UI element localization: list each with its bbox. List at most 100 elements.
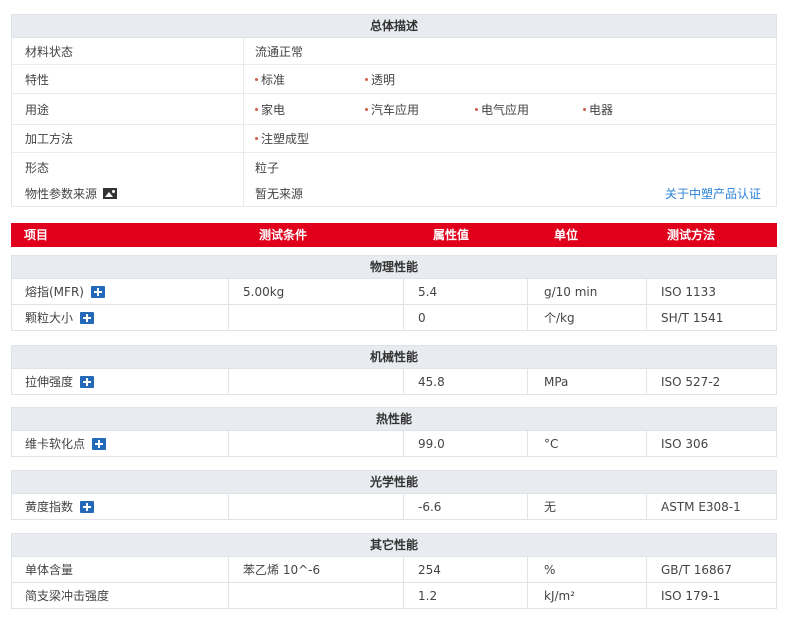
row-label: 形态 — [12, 153, 244, 181]
cell-condition — [229, 494, 404, 519]
feature-tag[interactable]: 透明 — [365, 71, 395, 88]
usage-tag[interactable]: 家电 — [255, 101, 365, 118]
overview-row-form: 形态 粒子 — [11, 153, 777, 181]
row-label: 材料状态 — [12, 38, 244, 64]
cell-method: GB/T 16867 — [661, 562, 732, 577]
bullet-icon — [365, 77, 368, 81]
table-row: 黄度指数 -6.6 无 ASTM E308-1 — [11, 494, 777, 520]
row-value: 注塑成型 — [244, 125, 776, 152]
cell-unit: 无 — [528, 494, 647, 519]
add-icon[interactable] — [90, 285, 105, 298]
property-sheet: 总体描述 材料状态 流通正常 特性 标准 透明 用途 家电 汽车应用 电气应用 … — [11, 14, 777, 609]
bullet-icon — [255, 137, 258, 140]
cell-unit: °C — [528, 431, 647, 456]
cell-condition — [229, 305, 404, 330]
section-title: 机械性能 — [11, 345, 777, 369]
cell-value: 45.8 — [404, 369, 528, 394]
header-item: 项目 — [24, 228, 49, 242]
add-icon[interactable] — [80, 375, 95, 388]
cell-name: 拉伸强度 — [12, 369, 229, 394]
row-value: 流通正常 — [244, 38, 776, 64]
cell-name: 颗粒大小 — [12, 305, 229, 330]
row-value: 暂无来源 关于中塑产品认证 — [244, 181, 776, 206]
cell-value: 1.2 — [404, 583, 528, 608]
overview-section: 总体描述 材料状态 流通正常 特性 标准 透明 用途 家电 汽车应用 电气应用 … — [11, 14, 777, 207]
row-value: 粒子 — [244, 153, 776, 181]
usage-tag[interactable]: 汽车应用 — [365, 101, 475, 118]
cell-value: 0 — [404, 305, 528, 330]
table-row: 熔指(MFR) 5.00kg 5.4 g/10 min ISO 1133 — [11, 279, 777, 305]
add-icon[interactable] — [80, 500, 95, 513]
status-value: 流通正常 — [255, 44, 304, 59]
section-title: 其它性能 — [11, 533, 777, 557]
cell-method: ISO 306 — [661, 436, 709, 451]
bullet-icon — [583, 107, 586, 111]
cell-method: SH/T 1541 — [661, 310, 724, 325]
cell-method: ISO 1133 — [661, 284, 716, 299]
cell-value: 254 — [404, 557, 528, 582]
row-label: 特性 — [12, 65, 244, 93]
row-label: 用途 — [12, 94, 244, 124]
overview-title: 总体描述 — [11, 14, 777, 38]
header-condition: 测试条件 — [259, 228, 308, 242]
cell-method: ASTM E308-1 — [661, 499, 741, 514]
section-title: 光学性能 — [11, 470, 777, 494]
certification-link[interactable]: 关于中塑产品认证 — [665, 185, 761, 202]
cell-condition — [229, 583, 404, 608]
usage-tag[interactable]: 电器 — [583, 101, 613, 118]
cell-unit: MPa — [528, 369, 647, 394]
cell-unit: kJ/m² — [528, 583, 647, 608]
bullet-icon — [365, 107, 368, 111]
cell-condition — [229, 369, 404, 394]
row-value: 家电 汽车应用 电气应用 电器 — [244, 94, 776, 124]
add-icon[interactable] — [92, 437, 107, 450]
cell-method: ISO 179-1 — [661, 588, 721, 603]
cell-name: 熔指(MFR) — [12, 279, 229, 304]
source-value: 暂无来源 — [255, 187, 304, 201]
section-title: 物理性能 — [11, 255, 777, 279]
add-icon[interactable] — [80, 311, 95, 324]
cell-name: 黄度指数 — [12, 494, 229, 519]
table-header: 项目 测试条件 属性值 单位 测试方法 — [11, 223, 777, 247]
cell-condition: 苯乙烯 10^-6 — [229, 557, 404, 582]
form-value: 粒子 — [255, 160, 280, 175]
section-thermal: 热性能 维卡软化点 99.0 °C ISO 306 — [11, 407, 777, 457]
processing-tag[interactable]: 注塑成型 — [255, 130, 309, 147]
section-physical: 物理性能 熔指(MFR) 5.00kg 5.4 g/10 min ISO 113… — [11, 255, 777, 331]
cell-unit: 个/kg — [528, 305, 647, 330]
row-value: 标准 透明 — [244, 65, 776, 93]
usage-tag[interactable]: 电气应用 — [475, 101, 583, 118]
cell-name: 单体含量 — [12, 557, 229, 582]
table-row: 拉伸强度 45.8 MPa ISO 527-2 — [11, 369, 777, 395]
cell-name: 维卡软化点 — [12, 431, 229, 456]
bullet-icon — [255, 77, 258, 81]
cell-unit: g/10 min — [528, 279, 647, 304]
header-unit: 单位 — [554, 228, 579, 242]
cell-condition — [229, 431, 404, 456]
section-optical: 光学性能 黄度指数 -6.6 无 ASTM E308-1 — [11, 470, 777, 520]
cell-name: 简支梁冲击强度 — [12, 583, 229, 608]
row-label: 物性参数来源 — [12, 181, 244, 206]
cell-value: 99.0 — [404, 431, 528, 456]
cell-value: 5.4 — [404, 279, 528, 304]
section-mechanical: 机械性能 拉伸强度 45.8 MPa ISO 527-2 — [11, 345, 777, 395]
section-other: 其它性能 单体含量 苯乙烯 10^-6 254 % GB/T 16867 简支梁… — [11, 533, 777, 609]
overview-row-features: 特性 标准 透明 — [11, 65, 777, 94]
section-title: 热性能 — [11, 407, 777, 431]
header-method: 测试方法 — [667, 228, 716, 242]
feature-tag[interactable]: 标准 — [255, 71, 365, 88]
bullet-icon — [255, 107, 258, 111]
table-row: 维卡软化点 99.0 °C ISO 306 — [11, 431, 777, 457]
source-label: 物性参数来源 — [25, 187, 98, 201]
table-row: 颗粒大小 0 个/kg SH/T 1541 — [11, 305, 777, 331]
overview-row-status: 材料状态 流通正常 — [11, 38, 777, 65]
cell-value: -6.6 — [404, 494, 528, 519]
table-row: 简支梁冲击强度 1.2 kJ/m² ISO 179-1 — [11, 583, 777, 609]
cell-unit: % — [528, 557, 647, 582]
overview-row-source: 物性参数来源 暂无来源 关于中塑产品认证 — [11, 181, 777, 207]
image-icon[interactable] — [103, 188, 118, 199]
header-value: 属性值 — [433, 228, 470, 242]
cell-condition: 5.00kg — [229, 279, 404, 304]
table-row: 单体含量 苯乙烯 10^-6 254 % GB/T 16867 — [11, 557, 777, 583]
overview-row-processing: 加工方法 注塑成型 — [11, 125, 777, 153]
